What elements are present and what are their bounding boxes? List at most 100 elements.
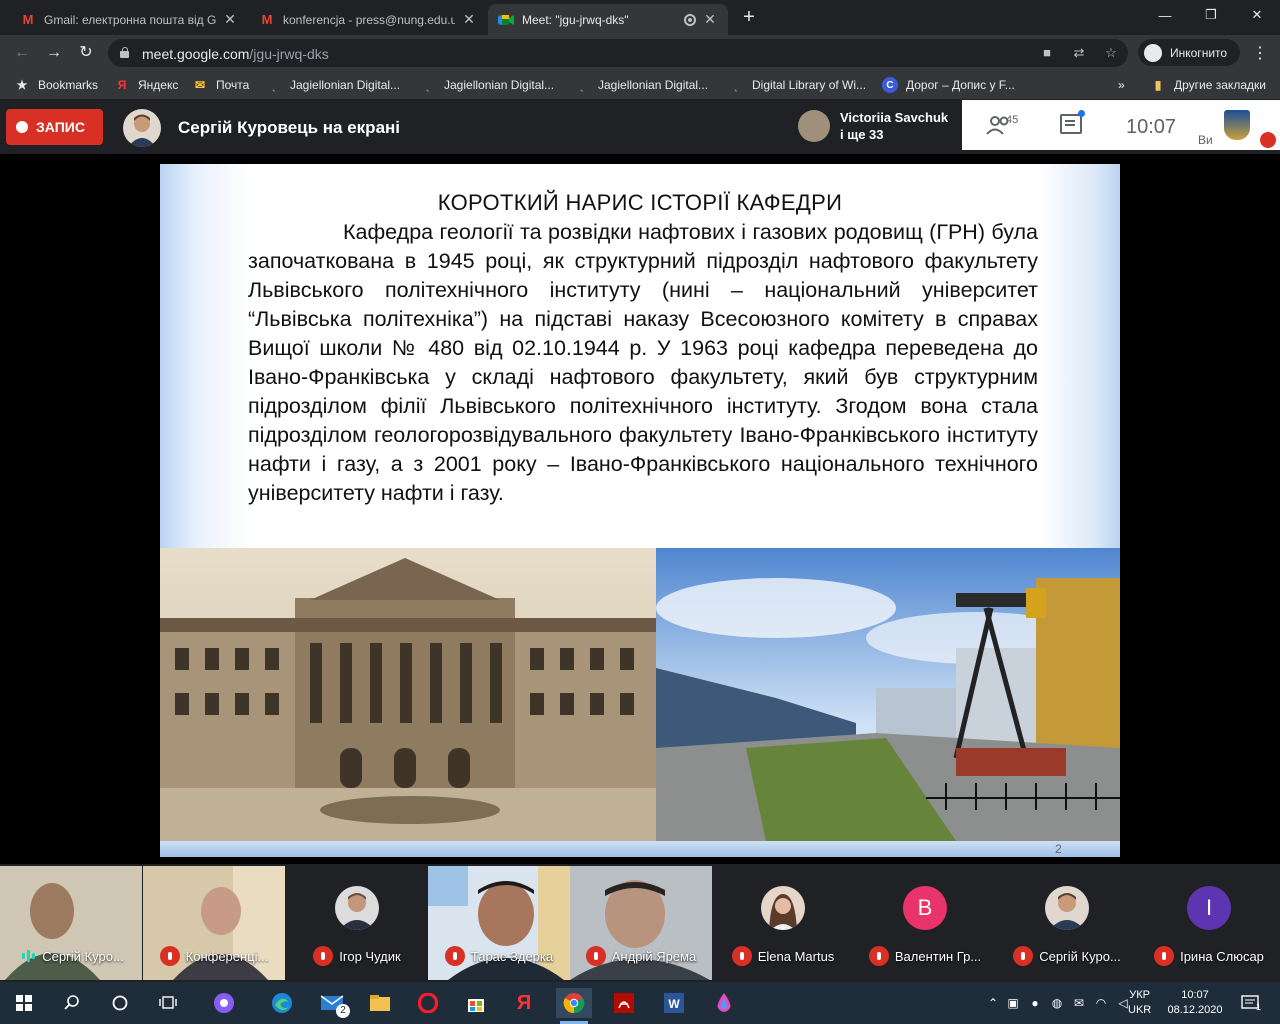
presented-slide: КОРОТКИЙ НАРИС ІСТОРІЇ КАФЕДРИ Кафедра г… xyxy=(160,164,1120,857)
people-count: 45 xyxy=(1006,114,1019,126)
cortana-icon[interactable] xyxy=(102,988,138,1018)
incognito-badge[interactable]: Инкогнито xyxy=(1138,39,1240,66)
participant-tile[interactable]: Конференці... xyxy=(143,866,285,980)
chrome-icon[interactable] xyxy=(556,988,592,1024)
chevron-up-icon[interactable]: ⌃ xyxy=(984,996,1002,1010)
ink-icon[interactable] xyxy=(706,988,742,1018)
participant-name: Конференці... xyxy=(185,948,269,964)
close-icon[interactable]: ✕ xyxy=(461,11,477,28)
presenter-title: Сергій Куровець на екрані xyxy=(178,118,401,137)
mic-off-icon xyxy=(1013,946,1034,966)
meet-icon xyxy=(498,12,514,28)
mail-icon: ✉ xyxy=(194,78,206,92)
close-icon[interactable]: ✕ xyxy=(222,11,238,28)
slide-page-number: 2 xyxy=(1055,842,1062,856)
star-icon: ★ xyxy=(16,78,28,92)
participant-tile[interactable]: В Валентин Гр... xyxy=(854,866,996,980)
bookmarks-overflow-button[interactable]: » xyxy=(1118,76,1125,94)
chat-icon[interactable] xyxy=(1060,114,1082,134)
browser-toolbar: ← → ↻ meet.google.com/jgu-jrwq-dks ■ ⇄ ☆… xyxy=(0,35,1280,70)
assistant-icon[interactable] xyxy=(206,988,242,1018)
minimize-button[interactable]: — xyxy=(1142,0,1188,30)
participant-name: Elena Martus xyxy=(757,948,835,964)
task-view-icon[interactable] xyxy=(150,988,186,1018)
translate-icon[interactable]: ⇄ xyxy=(1070,45,1088,61)
meet-controls-panel: 45 10:07 Ви xyxy=(962,100,1280,150)
modern-campus-photo xyxy=(656,548,1120,841)
mic-off-icon xyxy=(313,946,334,966)
restore-button[interactable]: ❐ xyxy=(1188,0,1234,30)
other-participants-badge[interactable]: Victoriia Savchuk і ще 33 xyxy=(790,100,962,152)
participant-name: Тарас Здерка xyxy=(470,948,554,964)
opera-icon[interactable] xyxy=(410,988,446,1018)
search-icon[interactable] xyxy=(54,988,90,1018)
tab-title: konferencja - press@nung.edu.u xyxy=(283,12,455,27)
bookmark-item[interactable]: ˎ Jagiellonian Digital... xyxy=(574,76,708,94)
participant-tile[interactable]: Ігор Чудик xyxy=(286,866,428,980)
bookmark-item[interactable]: C Дорог – Допис у F... xyxy=(882,76,1015,94)
participant-tile[interactable]: І Ірина Слюсар xyxy=(1138,866,1280,980)
windows-start-icon[interactable] xyxy=(6,988,42,1018)
mic-off-icon xyxy=(868,946,889,966)
microphone-icon[interactable]: ● xyxy=(1024,996,1046,1010)
participant-avatar xyxy=(1045,886,1089,930)
bookmark-item[interactable]: ˎ Jagiellonian Digital... xyxy=(420,76,554,94)
recording-button[interactable]: ЗАПИС xyxy=(6,109,103,145)
browser-tab-strip: M Gmail: електронна пошта від Go ✕ M kon… xyxy=(0,0,1280,35)
presenter-avatar xyxy=(123,109,161,147)
meet-tray-icon[interactable]: ◍ xyxy=(1046,996,1068,1010)
mail-tray-icon[interactable]: ✉ xyxy=(1068,996,1090,1010)
network-icon[interactable]: ▣ xyxy=(1002,996,1024,1010)
participant-avatar: І xyxy=(1187,886,1231,930)
mic-off-icon xyxy=(585,946,606,966)
incognito-label: Инкогнито xyxy=(1170,45,1228,60)
participant-avatar xyxy=(335,886,379,930)
mic-off-icon xyxy=(731,946,752,966)
participant-tile[interactable]: Сергій Куро... xyxy=(996,866,1138,980)
mail-icon[interactable]: 2 xyxy=(314,988,350,1018)
address-bar[interactable]: meet.google.com/jgu-jrwq-dks ■ ⇄ ☆ xyxy=(108,39,1128,67)
tab-gmail[interactable]: M Gmail: електронна пошта від Go ✕ xyxy=(10,4,248,35)
participant-tile[interactable]: Тарас Здерка xyxy=(428,866,570,980)
acrobat-icon[interactable] xyxy=(606,988,642,1018)
yandex-icon[interactable]: Я xyxy=(506,988,542,1018)
bookmark-star-icon[interactable]: ☆ xyxy=(1102,45,1120,61)
new-tab-button[interactable]: + xyxy=(738,6,760,28)
file-explorer-icon[interactable] xyxy=(362,988,398,1018)
participant-tile[interactable]: Сергій Куро... xyxy=(0,866,142,980)
tab-konferencja[interactable]: M konferencja - press@nung.edu.u ✕ xyxy=(249,4,487,35)
store-icon[interactable] xyxy=(458,988,494,1018)
record-dot-icon xyxy=(16,121,28,133)
participant-tile[interactable]: Андрій Ярема xyxy=(570,866,712,980)
bookmark-item[interactable]: ★ Bookmarks xyxy=(14,76,98,94)
close-icon[interactable]: ✕ xyxy=(702,11,718,28)
back-button[interactable]: ← xyxy=(10,41,34,65)
notification-icon[interactable]: 1 xyxy=(1232,988,1268,1018)
bookmark-item[interactable]: ✉ Почта xyxy=(192,76,249,94)
historic-building-photo xyxy=(160,548,656,841)
participant-name: Сергій Куро... xyxy=(42,948,124,964)
speaking-indicator-icon xyxy=(18,946,38,966)
edge-icon[interactable] xyxy=(264,988,300,1018)
word-icon[interactable]: W xyxy=(656,988,692,1018)
bookmark-item[interactable]: Я Яндекс xyxy=(114,76,179,94)
wifi-icon[interactable]: ◠ xyxy=(1090,996,1112,1010)
bookmark-item[interactable]: ˎ Jagiellonian Digital... xyxy=(266,76,400,94)
participant-name: Андрій Ярема xyxy=(611,948,697,964)
close-window-button[interactable]: ✕ xyxy=(1234,0,1280,30)
lock-icon xyxy=(120,47,129,58)
participant-tile[interactable]: Elena Martus xyxy=(712,866,854,980)
camera-icon[interactable]: ■ xyxy=(1038,45,1056,61)
other-bookmarks[interactable]: ▮ Другие закладки xyxy=(1150,76,1266,94)
language-indicator[interactable]: УКР UKR xyxy=(1128,988,1151,1018)
tab-meet[interactable]: Meet: "jgu-jrwq-dks" ✕ xyxy=(488,4,728,35)
forward-button[interactable]: → xyxy=(42,41,66,65)
chat-unread-dot xyxy=(1078,110,1085,117)
reload-button[interactable]: ↻ xyxy=(74,41,98,65)
recording-indicator-icon xyxy=(684,13,696,26)
participant-name: Сергій Куро... xyxy=(1039,948,1121,964)
taskbar-clock[interactable]: 10:07 08.12.2020 xyxy=(1164,988,1226,1018)
bookmark-item[interactable]: ˎ Digital Library of Wi... xyxy=(728,76,866,94)
menu-icon[interactable]: ⋮ xyxy=(1252,43,1268,63)
slide-title: КОРОТКИЙ НАРИС ІСТОРІЇ КАФЕДРИ xyxy=(437,190,843,215)
